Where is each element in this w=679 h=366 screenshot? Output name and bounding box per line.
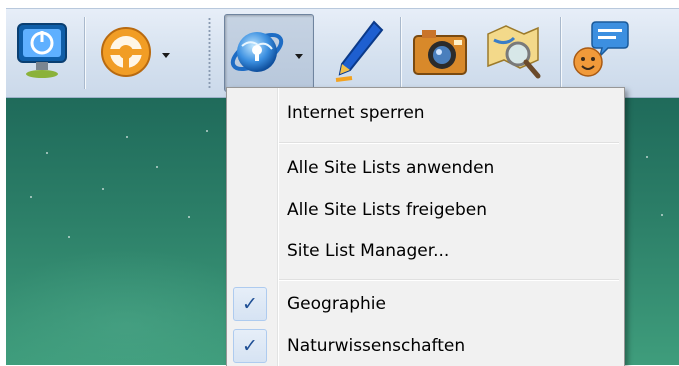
star-speck	[68, 236, 70, 238]
globe-lock-icon	[230, 32, 284, 72]
menu-item-apply-all-site-lists[interactable]: Alle Site Lists anwenden	[287, 158, 494, 178]
toolbar-separator	[560, 17, 562, 89]
steering-wheel-icon	[101, 27, 151, 77]
camera-button[interactable]	[408, 14, 474, 90]
menu-item-natural-sciences[interactable]: Naturwissenschaften	[287, 336, 465, 356]
steering-wheel-button[interactable]	[96, 14, 186, 90]
map-magnifier-icon	[487, 25, 541, 79]
menu-item-release-all-site-lists[interactable]: Alle Site Lists freigeben	[287, 200, 487, 220]
star-speck	[102, 188, 104, 190]
star-speck	[30, 196, 32, 198]
monitor-power-button[interactable]	[12, 14, 70, 90]
dropdown-menu: Internet sperren Alle Site Lists anwende…	[226, 87, 625, 366]
star-speck	[126, 136, 128, 138]
star-speck	[46, 152, 48, 154]
monitor-power-icon	[17, 23, 67, 78]
menu-item-internet-lock[interactable]: Internet sperren	[287, 103, 425, 123]
star-speck	[156, 166, 158, 168]
star-speck	[206, 130, 208, 132]
chat-button[interactable]	[568, 14, 634, 90]
star-speck	[188, 216, 190, 218]
toolbar	[6, 8, 679, 98]
chat-bubble-icon	[573, 21, 629, 77]
checkmark-icon: ✓	[233, 287, 267, 321]
menu-item-geography[interactable]: Geographie	[287, 294, 386, 314]
star-speck	[646, 156, 648, 158]
menu-separator	[279, 279, 619, 281]
menu-icon-gutter	[227, 88, 279, 366]
internet-lock-button[interactable]	[224, 14, 314, 92]
magnifier-button[interactable]	[482, 14, 548, 90]
menu-separator	[279, 142, 619, 144]
chevron-down-icon[interactable]	[162, 53, 170, 58]
toolbar-separator	[84, 17, 86, 89]
pen-icon	[335, 20, 384, 82]
camera-icon	[413, 30, 467, 75]
checkmark-icon: ✓	[233, 329, 267, 363]
chevron-down-icon[interactable]	[295, 54, 303, 59]
pen-button[interactable]	[328, 14, 390, 90]
menu-item-site-list-manager[interactable]: Site List Manager...	[287, 241, 449, 261]
star-speck	[661, 214, 663, 216]
toolbar-separator	[400, 17, 402, 89]
toolbar-separator	[208, 17, 211, 89]
